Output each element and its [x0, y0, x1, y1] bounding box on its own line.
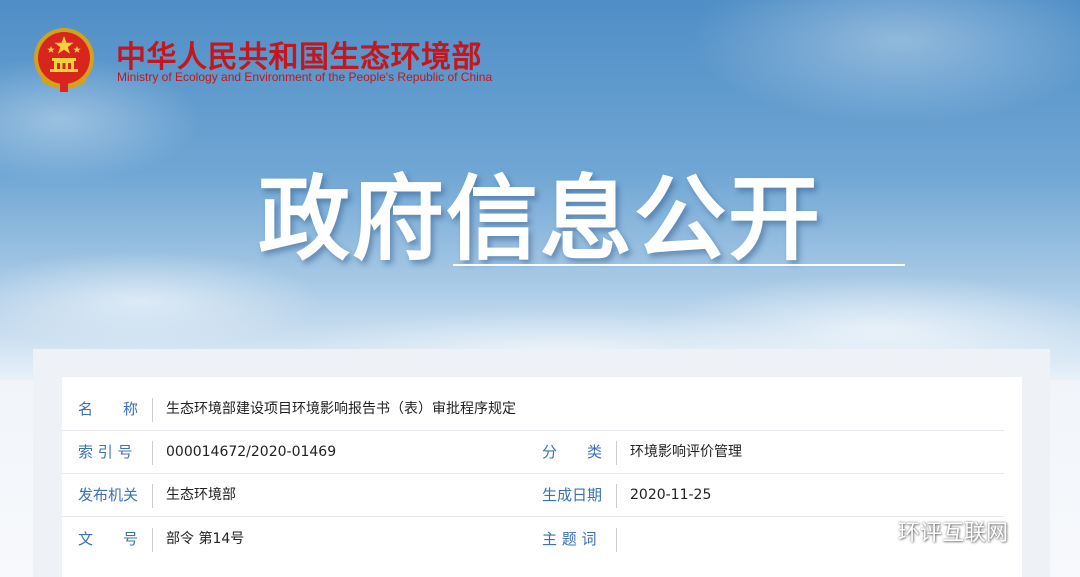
info-row-issuer: 发布机关 生态环境部 生成日期 2020-11-25 [62, 474, 1004, 517]
keywords-label: 主 题 词 [542, 530, 597, 548]
watermark-text: 环评互联网 [898, 521, 1009, 546]
info-row-index: 索 引 号 000014672/2020-01469 分 类 环境影响评价管理 [62, 431, 1004, 474]
row-divider [616, 484, 617, 508]
row-divider [616, 528, 617, 552]
row-divider [152, 441, 153, 465]
issuer-label: 发布机关 [78, 486, 139, 504]
info-row-name: 名 称 生态环境部建设项目环境影响报告书（表）审批程序规定 [62, 388, 1004, 431]
date-label: 生成日期 [542, 486, 603, 504]
index-label: 索 引 号 [78, 443, 133, 461]
watermark: 环评互联网 [862, 514, 1052, 548]
name-label: 名 称 [78, 400, 139, 418]
wechat-icon [862, 519, 891, 542]
national-emblem-icon [34, 28, 94, 92]
row-divider [616, 441, 617, 465]
doc-no-label: 文 号 [78, 530, 139, 548]
row-divider [152, 528, 153, 552]
doc-no-value: 部令 第14号 [166, 531, 245, 547]
category-value: 环境影响评价管理 [630, 444, 742, 460]
row-divider [152, 398, 153, 422]
page-title: 政府信息公开 [258, 166, 823, 273]
category-label: 分 类 [542, 443, 603, 461]
index-value: 000014672/2020-01469 [166, 444, 337, 460]
issuer-value: 生态环境部 [166, 487, 236, 503]
row-divider [152, 484, 153, 508]
date-value: 2020-11-25 [630, 487, 712, 503]
title-underline [453, 264, 905, 266]
name-value: 生态环境部建设项目环境影响报告书（表）审批程序规定 [166, 401, 516, 417]
ministry-name-en[interactable]: Ministry of Ecology and Environment of t… [117, 70, 492, 84]
